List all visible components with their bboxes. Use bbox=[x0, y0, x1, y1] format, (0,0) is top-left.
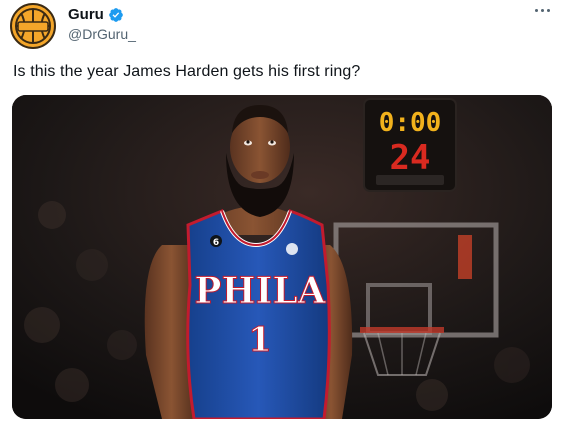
author-name-row: Guru bbox=[68, 6, 124, 23]
avatar[interactable] bbox=[10, 3, 56, 49]
shot-clock: 0:00 24 bbox=[363, 98, 457, 192]
shot-clock-number: 24 bbox=[390, 138, 431, 178]
jersey-patch-number: 6 bbox=[213, 238, 219, 248]
display-name[interactable]: Guru bbox=[68, 6, 104, 23]
sponsor-logo-icon bbox=[286, 243, 298, 255]
jersey-team-text: PHILA bbox=[194, 270, 326, 312]
author-handle[interactable]: @DrGuru_ bbox=[68, 26, 136, 42]
more-options-icon[interactable] bbox=[533, 4, 553, 18]
tweet-text: Is this the year James Harden gets his f… bbox=[13, 63, 361, 80]
game-clock: 0:00 bbox=[379, 108, 442, 138]
player-photo: 0:00 24 PHILA 1 6 bbox=[12, 95, 552, 419]
verified-badge-icon bbox=[109, 7, 123, 22]
basketball-logo-icon bbox=[13, 6, 53, 46]
tweet-photo[interactable]: 0:00 24 PHILA 1 6 bbox=[12, 95, 552, 419]
jersey-number: 1 bbox=[248, 320, 272, 360]
tweet-card: Guru @DrGuru_ Is this the year James Har… bbox=[0, 0, 573, 431]
